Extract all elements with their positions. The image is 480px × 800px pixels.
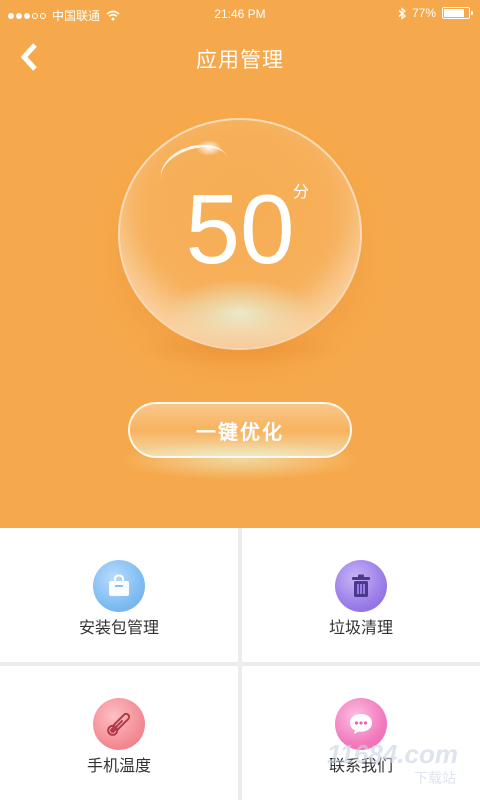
optimize-button-label: 一键优化 xyxy=(196,419,284,444)
thermometer-icon xyxy=(93,698,145,750)
battery-icon xyxy=(442,7,473,19)
trash-icon xyxy=(335,560,387,612)
grid-item-junk-cleanup[interactable]: 垃圾清理 xyxy=(242,528,480,662)
watermark-sub: 下载站 xyxy=(414,771,456,787)
bubble-glow xyxy=(165,278,315,348)
grid-item-label: 垃圾清理 xyxy=(328,618,393,637)
watermark-logo: 11684.com xyxy=(326,739,458,769)
battery-percent: 77% xyxy=(411,6,436,20)
bubble-spark xyxy=(196,140,222,156)
grid-item-label: 安装包管理 xyxy=(78,618,159,637)
grid-item-label: 手机温度 xyxy=(86,756,151,775)
bluetooth-icon xyxy=(398,6,406,20)
grid-item-package-manager[interactable]: 安装包管理 xyxy=(0,528,238,662)
score-unit: 分 xyxy=(293,182,310,201)
grid-item-phone-temperature[interactable]: 手机温度 xyxy=(0,666,238,800)
shopping-bag-icon xyxy=(93,560,145,612)
status-bar: 中国联通 21:46 PM 77% xyxy=(0,0,480,28)
score-panel: 应用管理 50 分 一键优化 xyxy=(0,28,480,528)
optimize-button[interactable]: 一键优化 xyxy=(128,402,352,458)
score-value: 50 xyxy=(185,174,295,284)
page-title: 应用管理 xyxy=(196,48,284,72)
